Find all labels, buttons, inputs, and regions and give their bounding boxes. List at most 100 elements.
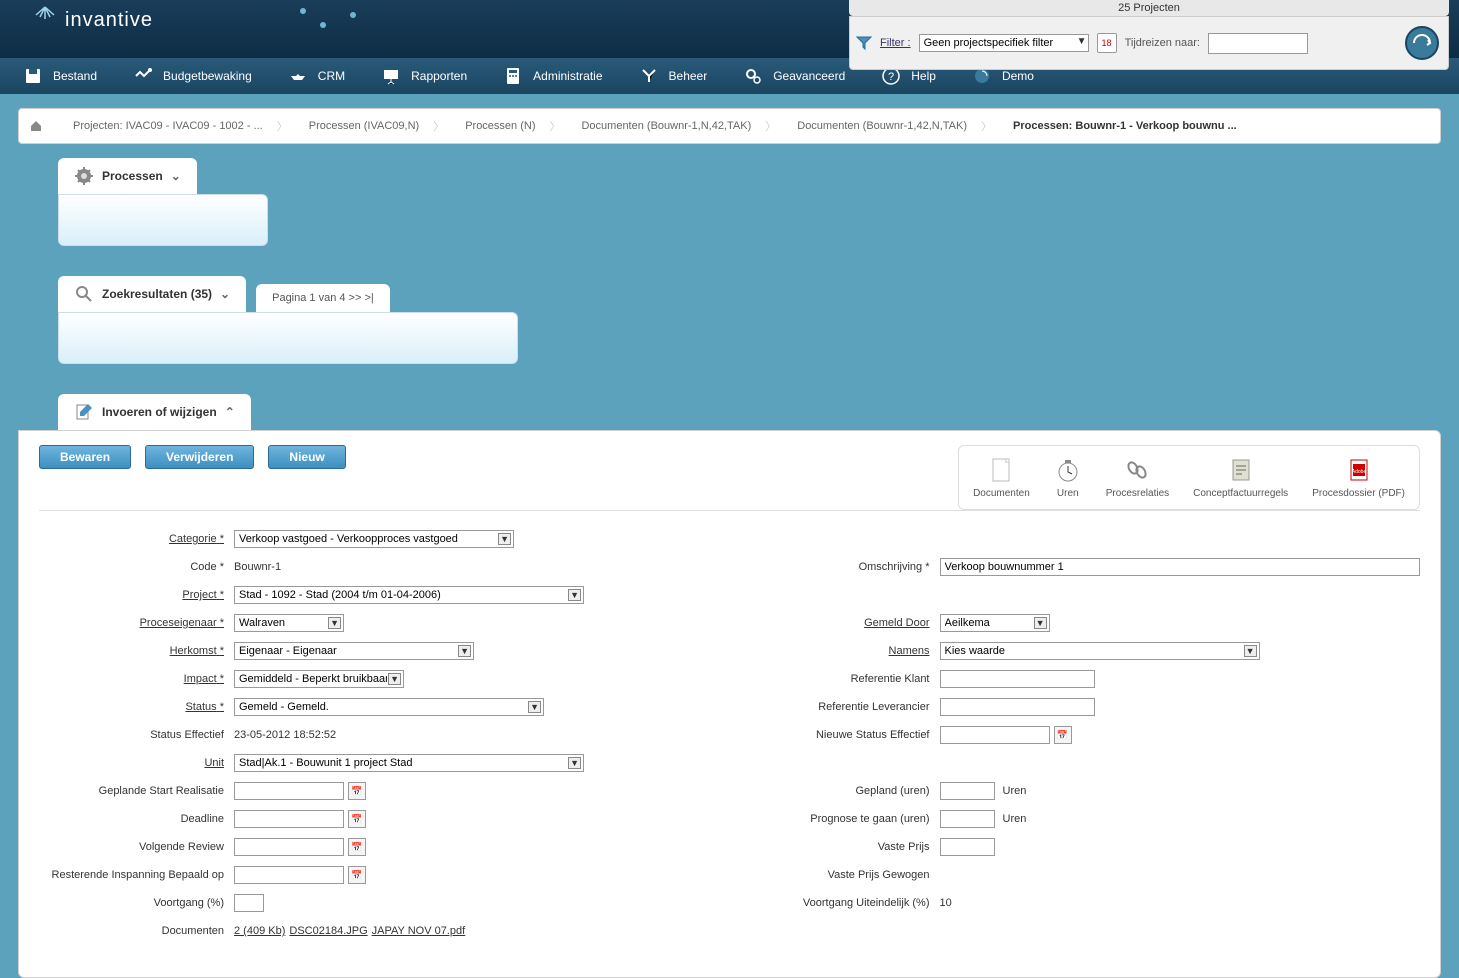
save-button[interactable]: Bewaren: [39, 445, 131, 469]
side-action-factuur[interactable]: Conceptfactuurregels: [1193, 456, 1288, 499]
delete-button[interactable]: Verwijderen: [145, 445, 254, 469]
menu-beheer[interactable]: Beheer: [621, 58, 726, 94]
breadcrumb-item-0[interactable]: Projecten: IVAC09 - IVAC09 - 1002 - ...: [53, 109, 277, 143]
chevron-up-icon: ⌃: [225, 405, 235, 419]
edit-body: Documenten Uren Procesrelaties Conceptfa…: [18, 430, 1441, 978]
voortgang-input[interactable]: [234, 894, 264, 912]
label-gemeld-door[interactable]: Gemeld Door: [745, 617, 940, 629]
label-namens[interactable]: Namens: [745, 645, 940, 657]
label-review: Volgende Review: [39, 841, 234, 853]
label-status-effectief: Status Effectief: [39, 729, 234, 741]
breadcrumb-item-2[interactable]: Processen (N): [445, 109, 549, 143]
calendar-icon[interactable]: 📅: [348, 838, 366, 856]
globe-refresh-icon[interactable]: [1402, 23, 1442, 63]
namens-select[interactable]: [940, 642, 1260, 660]
handshake-icon: [288, 66, 308, 86]
form-col-right: Omschrijving * Gemeld Door▼ Namens▼ Refe…: [745, 527, 1421, 947]
uren-unit-2: Uren: [1003, 813, 1027, 825]
menu-geavanceerd[interactable]: Geavanceerd: [725, 58, 863, 94]
side-action-uren[interactable]: Uren: [1054, 456, 1082, 499]
side-action-documenten[interactable]: Documenten: [973, 456, 1030, 499]
breadcrumb-item-3[interactable]: Documenten (Bouwnr-1,N,42,TAK): [561, 109, 765, 143]
label-prognose: Prognose te gaan (uren): [745, 813, 940, 825]
ref-leverancier-input[interactable]: [940, 698, 1095, 716]
filter-bar: Filter : ▼ 18 Tijdreizen naar:: [849, 16, 1449, 70]
label-categorie[interactable]: Categorie *: [39, 533, 234, 545]
chevron-down-icon: ⌄: [220, 287, 230, 301]
label-impact[interactable]: Impact *: [39, 673, 234, 685]
label-ref-klant: Referentie Klant: [745, 673, 940, 685]
header-right-panel: 25 Projecten Filter : ▼ 18 Tijdreizen na…: [849, 0, 1449, 70]
calendar-icon[interactable]: 📅: [348, 810, 366, 828]
review-input[interactable]: [234, 838, 344, 856]
processen-panel: Processen ⌄: [58, 158, 1441, 246]
code-value: Bouwnr-1: [234, 561, 281, 573]
menu-bestand[interactable]: Bestand: [5, 58, 115, 94]
resterende-input[interactable]: [234, 866, 344, 884]
label-status[interactable]: Status *: [39, 701, 234, 713]
svg-text:?: ?: [888, 71, 894, 83]
menu-rapporten[interactable]: Rapporten: [363, 58, 485, 94]
home-icon[interactable]: [19, 109, 53, 143]
calendar-icon[interactable]: 18: [1097, 33, 1117, 53]
new-button[interactable]: Nieuw: [268, 445, 345, 469]
presentation-icon: [381, 66, 401, 86]
search-icon: [74, 284, 94, 304]
doc-link-1[interactable]: DSC02184.JPG: [289, 925, 367, 937]
breadcrumb-item-5: Processen: Bouwnr-1 - Verkoop bouwnu ...: [993, 109, 1251, 143]
breadcrumb-item-4[interactable]: Documenten (Bouwnr-1,42,N,TAK): [777, 109, 981, 143]
breadcrumb-item-1[interactable]: Processen (IVAC09,N): [289, 109, 433, 143]
menu-crm[interactable]: CRM: [270, 58, 363, 94]
doc-count-link[interactable]: 2 (409 Kb): [234, 925, 285, 937]
side-action-pdf[interactable]: AdobeProcesdossier (PDF): [1312, 456, 1405, 499]
chevron-right-icon: 〉: [981, 109, 993, 143]
form-grid: Categorie *▼ Code *Bouwnr-1 Project *▼ P…: [39, 527, 1420, 947]
prognose-input[interactable]: [940, 810, 995, 828]
label-resterende: Resterende Inspanning Bepaald op: [39, 869, 234, 881]
label-unit[interactable]: Unit: [39, 757, 234, 769]
zoekresultaten-panel: Zoekresultaten (35) ⌄ Pagina 1 van 4 >> …: [58, 276, 1441, 364]
side-action-procesrelaties[interactable]: Procesrelaties: [1106, 456, 1169, 499]
tools-icon: [639, 66, 659, 86]
pdf-icon: Adobe: [1345, 456, 1373, 484]
pagination[interactable]: Pagina 1 van 4 >> >|: [256, 284, 390, 312]
omschrijving-input[interactable]: [940, 558, 1421, 576]
proceseigenaar-select[interactable]: [234, 614, 344, 632]
label-gepland-uren: Gepland (uren): [745, 785, 940, 797]
project-select[interactable]: [234, 586, 584, 604]
label-project[interactable]: Project *: [39, 589, 234, 601]
gemeld-door-select[interactable]: [940, 614, 1050, 632]
categorie-select[interactable]: [234, 530, 514, 548]
time-travel-input[interactable]: [1208, 33, 1308, 54]
link-icon: [1123, 456, 1151, 484]
label-proceseigenaar[interactable]: Proceseigenaar *: [39, 617, 234, 629]
doc-link-2[interactable]: JAPAY NOV 07.pdf: [372, 925, 466, 937]
menu-budget[interactable]: Budgetbewaking: [115, 58, 270, 94]
logo: invantive: [30, 5, 153, 35]
gepland-uren-input[interactable]: [940, 782, 995, 800]
nieuwe-status-input[interactable]: [940, 726, 1050, 744]
tab-processen[interactable]: Processen ⌄: [58, 158, 197, 194]
calendar-icon[interactable]: 📅: [1054, 726, 1072, 744]
ref-klant-input[interactable]: [940, 670, 1095, 688]
impact-select[interactable]: [234, 670, 404, 688]
calendar-icon[interactable]: 📅: [348, 866, 366, 884]
status-effectief-value: 23-05-2012 18:52:52: [234, 729, 336, 741]
herkomst-select[interactable]: [234, 642, 474, 660]
save-icon: [23, 66, 43, 86]
status-select[interactable]: [234, 698, 544, 716]
deadline-input[interactable]: [234, 810, 344, 828]
calendar-icon[interactable]: 📅: [348, 782, 366, 800]
tab-zoekresultaten[interactable]: Zoekresultaten (35) ⌄: [58, 276, 246, 312]
label-geplande-start: Geplande Start Realisatie: [39, 785, 234, 797]
geplande-start-input[interactable]: [234, 782, 344, 800]
menu-administratie[interactable]: Administratie: [485, 58, 620, 94]
unit-select[interactable]: [234, 754, 584, 772]
zoekresultaten-body: [58, 312, 518, 364]
chevron-right-icon: 〉: [277, 109, 289, 143]
label-omschrijving: Omschrijving *: [745, 561, 940, 573]
label-herkomst[interactable]: Herkomst *: [39, 645, 234, 657]
vaste-prijs-input[interactable]: [940, 838, 995, 856]
tab-edit[interactable]: Invoeren of wijzigen ⌃: [58, 394, 251, 430]
filter-select[interactable]: [919, 34, 1089, 52]
